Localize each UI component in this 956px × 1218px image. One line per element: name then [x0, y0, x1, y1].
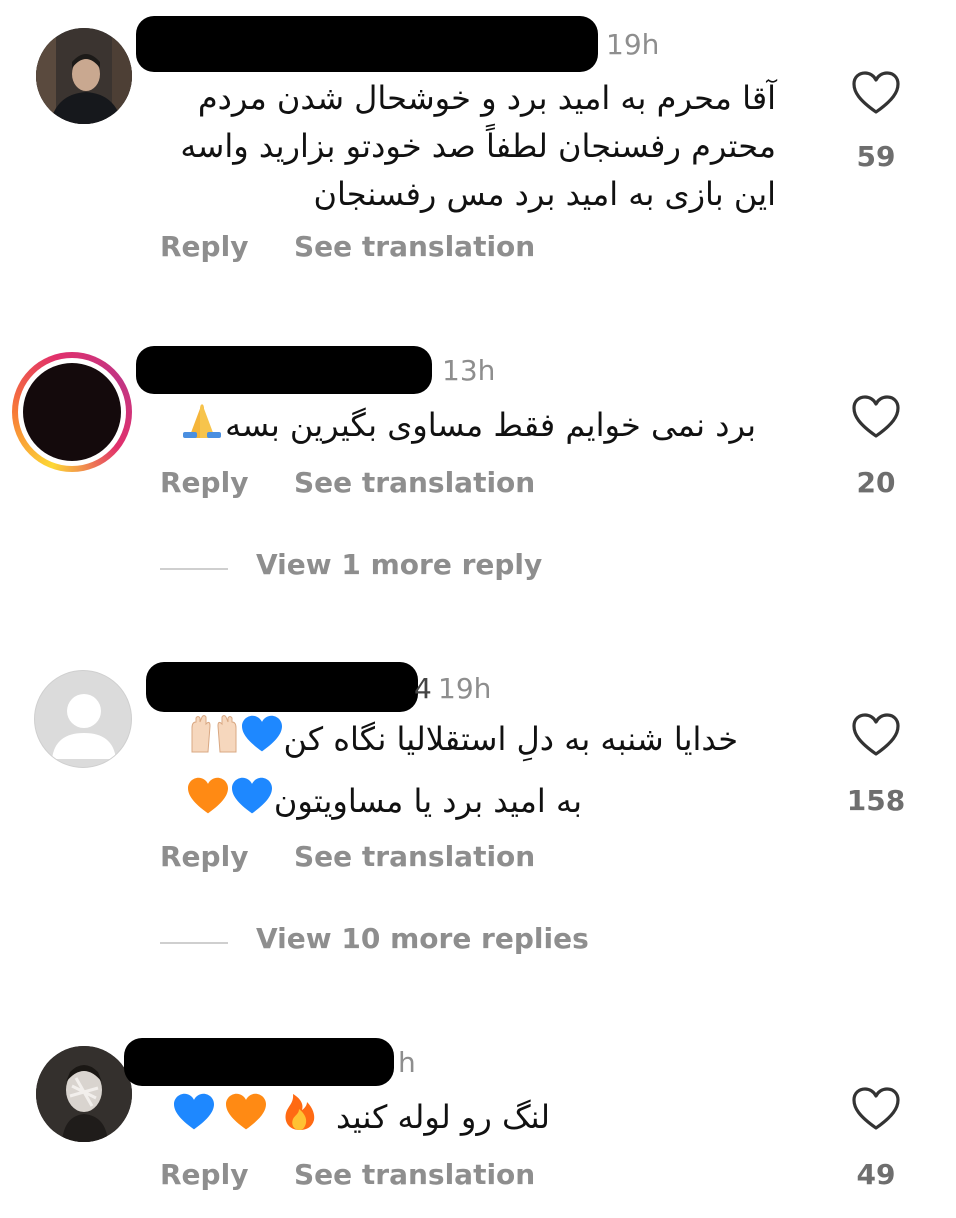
avatar	[23, 363, 121, 461]
like-count: 20	[856, 466, 896, 499]
like-count: 158	[846, 784, 906, 817]
timestamp-prefix: 4	[414, 672, 432, 705]
see-translation-button[interactable]: See translation	[294, 230, 535, 263]
default-user-icon	[52, 694, 116, 759]
reply-button[interactable]: Reply	[160, 466, 248, 499]
see-translation-button[interactable]: See translation	[294, 466, 535, 499]
comment-line: برد نمی خوایم فقط مساوی بگیرین بسه	[225, 406, 756, 444]
avatar-story-ring[interactable]	[12, 352, 132, 472]
avatar[interactable]	[36, 28, 132, 124]
orange-heart-icon	[226, 1093, 266, 1130]
thread-line	[160, 942, 228, 944]
like-heart-icon[interactable]	[851, 1086, 901, 1132]
timestamp: 19h	[606, 28, 660, 61]
comment-line: محترم رفسنجان لطفاً صد خودتو بزارید واسه	[180, 127, 776, 165]
timestamp: 13h	[442, 354, 496, 387]
view-more-label[interactable]: View 10 more replies	[256, 922, 589, 955]
like-heart-icon[interactable]	[851, 394, 901, 440]
like-count: 59	[856, 140, 896, 173]
redacted-username	[146, 662, 418, 712]
avatar-inner-ring	[18, 358, 126, 466]
reply-button[interactable]: Reply	[160, 230, 248, 263]
like-heart-icon[interactable]	[851, 70, 901, 116]
blue-heart-icon	[174, 1093, 214, 1130]
folded-hands-icon	[183, 404, 222, 438]
user-photo	[36, 1046, 132, 1142]
comment-text-line-1: خدایا شنبه به دلِ استقلالیا نگاه کن	[188, 714, 738, 763]
redacted-username	[136, 16, 598, 72]
like-heart-icon[interactable]	[851, 712, 901, 758]
blue-heart-icon	[231, 777, 272, 814]
default-avatar[interactable]	[34, 670, 132, 768]
see-translation-button[interactable]: See translation	[294, 840, 535, 873]
reply-button[interactable]: Reply	[160, 840, 248, 873]
comment-line: لنگ رو لوله کنید	[336, 1098, 550, 1136]
comment-text-line-2: به امید برد یا مساویتون	[186, 776, 582, 825]
comment-text: برد نمی خوایم فقط مساوی بگیرین بسه	[179, 400, 756, 449]
orange-heart-icon	[187, 777, 228, 814]
redacted-username	[136, 346, 432, 394]
redacted-username	[124, 1038, 394, 1086]
comment-text: لنگ رو لوله کنید	[172, 1090, 550, 1141]
comment-line: خدایا شنبه به دلِ استقلالیا نگاه کن	[283, 720, 738, 758]
fire-icon	[285, 1094, 315, 1130]
comment-text: آقا محرم به امید برد و خوشحال شدن مردم م…	[180, 74, 776, 218]
see-translation-button[interactable]: See translation	[294, 1158, 535, 1191]
user-photo	[36, 28, 132, 124]
thread-line	[160, 568, 228, 570]
reply-button[interactable]: Reply	[160, 1158, 248, 1191]
raising-hands-icon	[191, 715, 237, 753]
avatar[interactable]	[36, 1046, 132, 1142]
comment-line: این بازی به امید برد مس رفسنجان	[313, 175, 777, 213]
like-count: 49	[856, 1158, 896, 1191]
timestamp: h	[398, 1046, 416, 1079]
view-more-label[interactable]: View 1 more reply	[256, 548, 542, 581]
comment-line: به امید برد یا مساویتون	[273, 782, 582, 820]
comment-line: آقا محرم به امید برد و خوشحال شدن مردم	[197, 79, 776, 117]
blue-heart-icon	[241, 715, 282, 752]
timestamp: 19h	[438, 672, 492, 705]
